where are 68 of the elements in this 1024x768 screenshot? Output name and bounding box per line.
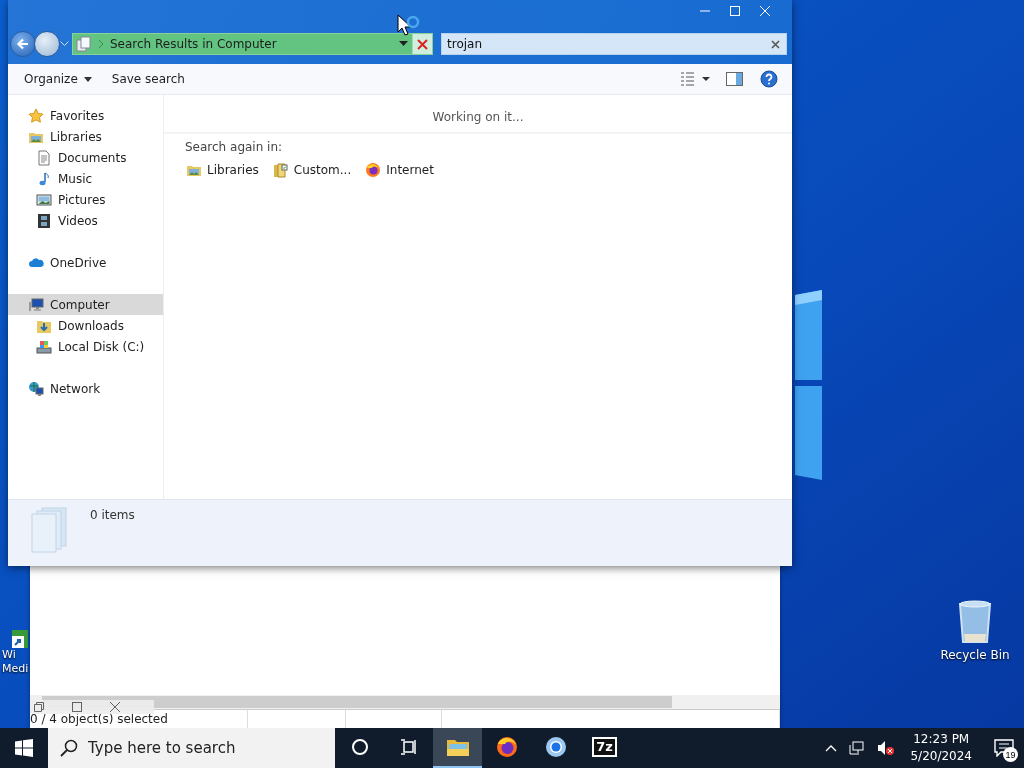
nav-item[interactable]: Computer bbox=[8, 294, 163, 315]
nav-item[interactable]: Favorites bbox=[8, 105, 163, 126]
search-location-link[interactable]: Libraries bbox=[186, 162, 259, 178]
firefox-icon bbox=[365, 162, 382, 178]
browser-icon bbox=[543, 735, 568, 759]
taskbar-app-button[interactable] bbox=[433, 728, 482, 768]
recycle-bin-icon[interactable] bbox=[957, 600, 993, 644]
disk-drive-icon bbox=[36, 338, 52, 355]
nav-item[interactable]: Downloads bbox=[8, 315, 163, 336]
document-icon bbox=[36, 149, 52, 166]
film-icon bbox=[36, 212, 52, 229]
folder-checklist-icon bbox=[272, 162, 289, 178]
star-icon bbox=[28, 107, 44, 124]
folder-icon bbox=[445, 737, 470, 757]
horizontal-scrollbar[interactable] bbox=[30, 695, 780, 709]
nav-item[interactable]: Network bbox=[8, 378, 163, 399]
nav-item[interactable]: OneDrive bbox=[8, 252, 163, 273]
archiver-icon: 7z bbox=[592, 737, 617, 757]
desktop-icon-label[interactable]: Wi bbox=[0, 648, 16, 662]
toolbar-button[interactable]: Organize bbox=[18, 68, 98, 90]
firefox-icon bbox=[494, 735, 519, 759]
taskbar-search-field[interactable]: Type here to search bbox=[48, 728, 335, 768]
close-icon[interactable] bbox=[110, 702, 120, 712]
clock[interactable]: 12:23 PM 5/20/2024 bbox=[904, 731, 978, 765]
chat-bubble-icon bbox=[994, 739, 1014, 757]
shortcut-icon[interactable] bbox=[12, 630, 28, 648]
desktop-icon-label[interactable]: Medi bbox=[0, 662, 29, 676]
search-again-label: Search again in: bbox=[185, 140, 283, 154]
windows-logo-icon bbox=[15, 739, 33, 757]
search-location-link[interactable]: Internet bbox=[365, 162, 434, 178]
status-text: 0 / 4 object(s) selected bbox=[30, 712, 168, 726]
forward-button[interactable] bbox=[34, 31, 60, 57]
caret-icon bbox=[83, 76, 92, 82]
computer-icon bbox=[28, 296, 44, 313]
nav-item[interactable]: Libraries bbox=[8, 126, 163, 147]
picture-icon bbox=[36, 191, 52, 208]
nav-item[interactable]: Pictures bbox=[8, 189, 163, 210]
nav-item[interactable]: Videos bbox=[8, 210, 163, 231]
search-results-icon bbox=[76, 36, 92, 52]
notifications-button[interactable]: 19 bbox=[984, 728, 1024, 768]
nav-item[interactable]: Documents bbox=[8, 147, 163, 168]
desktop-icon-label[interactable]: Recycle Bin bbox=[940, 648, 1010, 662]
search-location-link[interactable]: Custom... bbox=[272, 162, 352, 178]
address-bar[interactable]: Search Results in Computer bbox=[72, 33, 433, 55]
toolbar-button[interactable]: Save search bbox=[105, 68, 191, 90]
cortana-icon bbox=[350, 738, 369, 756]
restore-icon[interactable] bbox=[34, 702, 44, 712]
close-icon bbox=[770, 39, 780, 49]
history-dropdown-button[interactable] bbox=[60, 41, 72, 47]
back-arrow-icon bbox=[16, 37, 30, 51]
caret-icon bbox=[60, 41, 69, 47]
documents-stack-icon bbox=[30, 506, 70, 554]
close-icon bbox=[760, 6, 770, 16]
item-count: 0 items bbox=[90, 507, 135, 524]
cross-icon bbox=[417, 38, 428, 50]
stop-button[interactable] bbox=[412, 34, 432, 54]
status-message: Working on it... bbox=[432, 110, 524, 124]
search-field[interactable]: trojan bbox=[441, 33, 787, 55]
nav-item[interactable]: Local Disk (C:) bbox=[8, 336, 163, 357]
task-view-icon bbox=[399, 738, 418, 756]
maximize-icon bbox=[730, 6, 740, 16]
network-icon bbox=[28, 380, 44, 397]
back-button[interactable] bbox=[10, 31, 36, 57]
taskbar-app-button[interactable]: 7z bbox=[580, 728, 629, 768]
nav-item[interactable]: Music bbox=[8, 168, 163, 189]
caret-icon bbox=[398, 41, 408, 47]
chevron-icon bbox=[98, 40, 104, 48]
maximize-icon[interactable] bbox=[72, 702, 82, 712]
